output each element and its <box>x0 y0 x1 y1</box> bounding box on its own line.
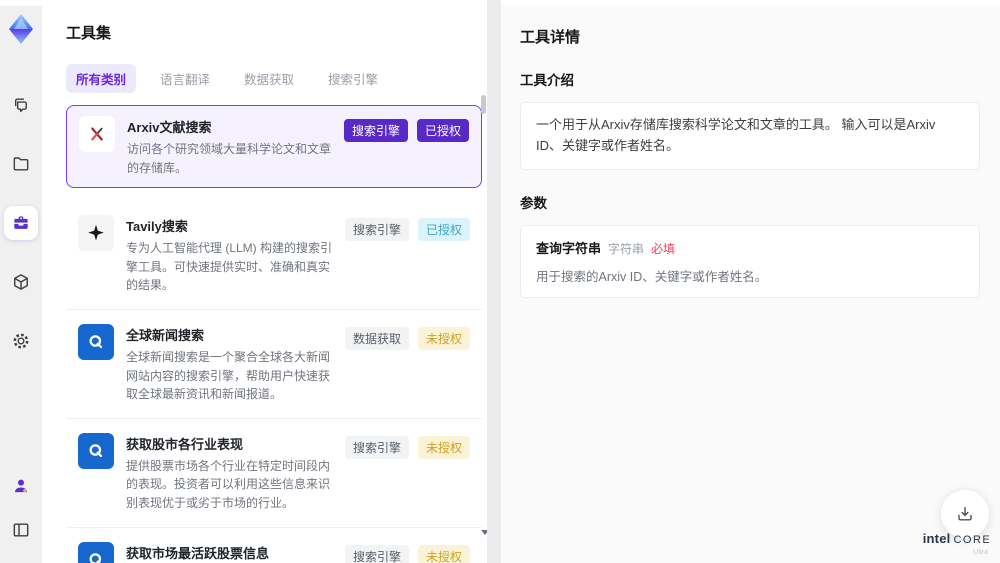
tool-name: 获取市场最活跃股票信息 <box>126 545 270 561</box>
status-badge: 未授权 <box>417 544 470 563</box>
tab-search-engine[interactable]: 搜索引擎 <box>318 64 388 93</box>
param-name: 查询字符串 <box>536 240 602 256</box>
tool-card-stock-sectors[interactable]: 获取股市各行业表现 提供股票市场各个行业在特定时间段内的表现。投资者可以利用这些… <box>66 418 482 528</box>
app-logo-icon <box>9 14 33 44</box>
param-box: 查询字符串 字符串 必填 用于搜索的Arxiv ID、关键字或作者姓名。 <box>520 224 980 298</box>
tab-translation[interactable]: 语言翻译 <box>150 64 220 93</box>
category-badge: 数据获取 <box>344 326 409 350</box>
param-required-badge: 必填 <box>651 241 676 256</box>
status-badge: 已授权 <box>417 218 470 242</box>
page-title: 工具集 <box>66 25 112 42</box>
sidebar-item-collapse[interactable] <box>4 513 38 547</box>
tool-name: Arxiv文献搜索 <box>127 120 212 135</box>
status-badge: 未授权 <box>417 326 470 350</box>
app-sidebar <box>0 6 42 563</box>
sidebar-item-tools[interactable] <box>4 206 38 240</box>
tool-name: Tavily搜索 <box>126 219 188 235</box>
sidebar-item-chat[interactable] <box>4 88 38 122</box>
sparkle-icon <box>78 215 114 252</box>
sidebar-item-account[interactable] <box>4 469 38 503</box>
params-heading: 参数 <box>520 195 547 211</box>
sidebar-item-files[interactable] <box>4 147 38 181</box>
brand-core-text: CORE <box>953 534 992 546</box>
category-badge: 搜索引擎 <box>344 435 409 459</box>
brand-ultra-text: Ultra <box>973 549 988 556</box>
tool-card-tavily[interactable]: Tavily搜索 专为人工智能代理 (LLM) 构建的搜索引擎工具。可快速提供实… <box>66 201 482 310</box>
brand-intel-text: intel <box>922 531 951 546</box>
gear-icon <box>13 333 29 349</box>
intro-heading: 工具介绍 <box>520 73 574 88</box>
category-badge: 搜索引擎 <box>344 218 409 242</box>
tool-description: 提供股票市场各个行业在特定时间段内的表现。投资者可以利用这些信息来识别表现优于或… <box>126 458 331 510</box>
sidebar-item-settings[interactable] <box>4 324 38 358</box>
category-badge: 搜索引擎 <box>343 119 408 142</box>
user-icon <box>15 479 27 493</box>
folder-icon <box>13 157 29 171</box>
search-q-icon <box>78 541 114 563</box>
tool-card-global-news[interactable]: 全球新闻搜索 全球新闻搜索是一个聚合全球各大新闻网站内容的搜索引擎，帮助用户快速… <box>66 309 482 419</box>
category-tabs: 所有类别 语言翻译 数据获取 搜索引擎 <box>66 64 487 93</box>
category-badge: 搜索引擎 <box>344 544 409 563</box>
chat-icon <box>14 98 27 113</box>
status-badge: 未授权 <box>417 435 470 459</box>
cube-icon <box>14 274 28 290</box>
tool-card-arxiv[interactable]: Arxiv文献搜索 访问各个研究领域大量科学论文和文章的存储库。 搜索引擎 已授… <box>66 105 482 189</box>
intro-text: 一个用于从Arxiv存储库搜索科学论文和文章的工具。 输入可以是Arxiv ID… <box>536 117 936 153</box>
search-q-icon <box>78 323 114 360</box>
panel-divider <box>487 0 501 563</box>
tool-card-active-stocks[interactable]: 获取市场最活跃股票信息 提供当天交易量最高的股票列表，投资者可以利用这些信息来识… <box>66 527 482 563</box>
tab-data-fetch[interactable]: 数据获取 <box>234 64 304 93</box>
tab-all-categories[interactable]: 所有类别 <box>66 64 137 93</box>
tool-name: 全球新闻搜索 <box>126 327 205 343</box>
intel-core-logo: intel CORE Ultra <box>922 531 992 556</box>
panel-icon <box>13 523 29 537</box>
search-q-icon <box>78 432 114 469</box>
tool-name: 获取股市各行业表现 <box>126 436 244 452</box>
download-icon <box>958 507 972 521</box>
status-badge: 已授权 <box>416 119 469 142</box>
scrollbar-thumb[interactable] <box>481 95 486 114</box>
param-type: 字符串 <box>608 241 645 256</box>
intro-box: 一个用于从Arxiv存储库搜索科学论文和文章的工具。 输入可以是Arxiv ID… <box>520 102 980 170</box>
tool-description: 访问各个研究领域大量科学论文和文章的存储库。 <box>127 142 332 175</box>
detail-title: 工具详情 <box>520 29 581 46</box>
toolbox-icon <box>14 216 28 229</box>
toolset-panel: 工具集 所有类别 语言翻译 数据获取 搜索引擎 Arxiv文献搜索 访问各个研究… <box>42 6 489 563</box>
tool-list: Arxiv文献搜索 访问各个研究领域大量科学论文和文章的存储库。 搜索引擎 已授… <box>66 105 482 563</box>
param-description: 用于搜索的Arxiv ID、关键字或作者姓名。 <box>536 269 768 284</box>
arxiv-icon <box>79 116 115 152</box>
tool-description: 全球新闻搜索是一个聚合全球各大新闻网站内容的搜索引擎，帮助用户快速获取全球最新资… <box>126 349 331 402</box>
list-scrollbar[interactable] <box>481 90 489 557</box>
tool-detail-panel: 工具详情 工具介绍 一个用于从Arxiv存储库搜索科学论文和文章的工具。 输入可… <box>501 6 1000 563</box>
sidebar-item-plugins[interactable] <box>4 265 38 299</box>
tool-description: 专为人工智能代理 (LLM) 构建的搜索引擎工具。可快速提供实时、准确和真实的结… <box>126 241 333 293</box>
